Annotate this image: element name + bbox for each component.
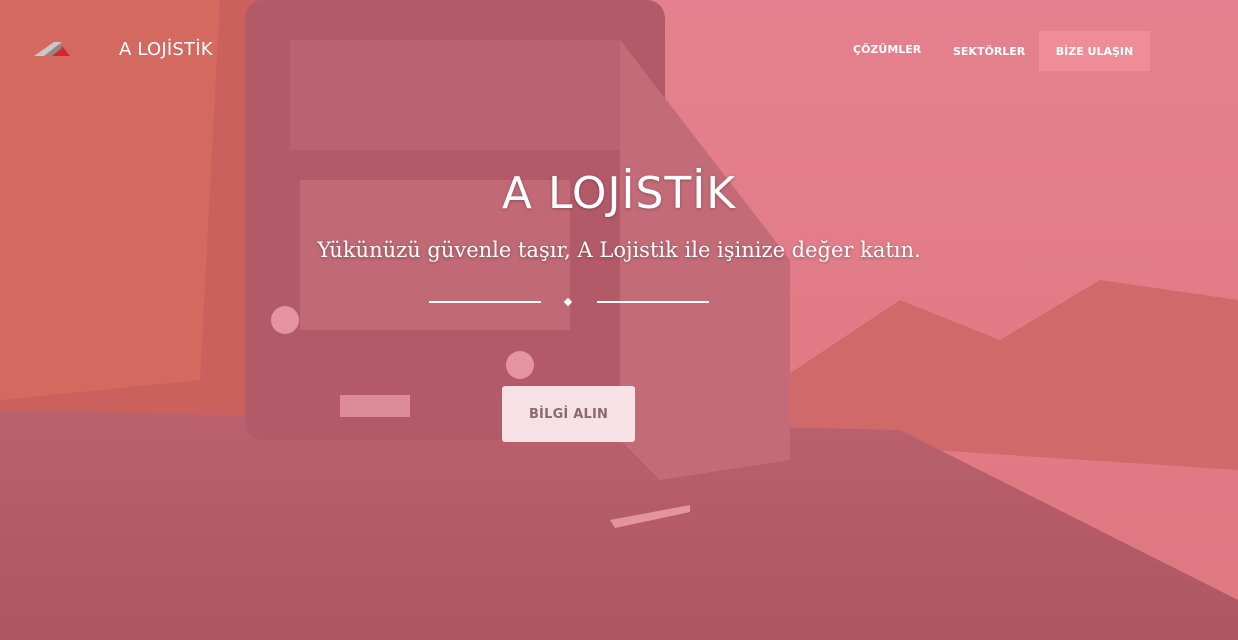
hero-title: A LOJİSTİK [501, 168, 737, 219]
nav-link-sektorler[interactable]: SEKTÖRLER [953, 44, 1025, 60]
divider-line-left [429, 301, 541, 303]
get-info-button[interactable]: BİLGİ ALIN [502, 386, 635, 442]
hero-subtitle: Yükünüzü güvenle taşır, A Lojistik ile i… [317, 238, 921, 262]
hero-section: A LOJİSTİK ÇÖZÜMLER SEKTÖRLER BİZE ULAŞI… [0, 0, 1238, 640]
brand-link[interactable]: A LOJİSTİK [119, 38, 213, 62]
contact-us-button[interactable]: BİZE ULAŞIN [1039, 31, 1150, 71]
divider-line-right [597, 301, 709, 303]
nav-link-cozumler[interactable]: ÇÖZÜMLER [853, 42, 921, 58]
logo-icon [34, 42, 70, 56]
navbar: A LOJİSTİK ÇÖZÜMLER SEKTÖRLER BİZE ULAŞI… [0, 0, 1238, 100]
